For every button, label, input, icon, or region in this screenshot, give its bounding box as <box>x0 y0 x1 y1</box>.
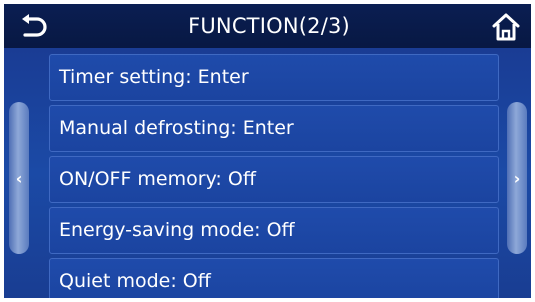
header-bar: FUNCTION(2/3) <box>4 4 531 48</box>
menu-item-label: Energy-saving mode: Off <box>59 219 295 241</box>
menu-item-label: Timer setting: Enter <box>59 66 249 88</box>
menu-item-label: ON/OFF memory: Off <box>59 168 256 190</box>
menu-item-energy-saving-mode[interactable]: Energy-saving mode: Off <box>49 207 499 254</box>
menu-item-label: Quiet mode: Off <box>59 270 211 292</box>
menu-item-manual-defrosting[interactable]: Manual defrosting: Enter <box>49 105 499 152</box>
function-list: Timer setting: Enter Manual defrosting: … <box>49 54 499 298</box>
previous-page-button[interactable]: ‹ <box>9 102 29 254</box>
home-button[interactable] <box>489 10 523 44</box>
menu-item-label: Manual defrosting: Enter <box>59 117 294 139</box>
menu-item-on-off-memory[interactable]: ON/OFF memory: Off <box>49 156 499 203</box>
back-arrow-icon <box>22 14 47 37</box>
page-title: FUNCTION(2/3) <box>188 14 350 38</box>
menu-item-timer-setting[interactable]: Timer setting: Enter <box>49 54 499 101</box>
back-button[interactable] <box>16 11 50 43</box>
controller-screen: FUNCTION(2/3) ‹ Timer setting: Enter Man… <box>4 4 531 298</box>
home-icon <box>492 13 520 41</box>
function-panel: ‹ Timer setting: Enter Manual defrosting… <box>4 48 531 298</box>
next-page-button[interactable]: › <box>507 102 527 254</box>
chevron-right-icon: › <box>513 168 521 188</box>
menu-item-quiet-mode[interactable]: Quiet mode: Off <box>49 258 499 298</box>
chevron-left-icon: ‹ <box>15 168 23 188</box>
